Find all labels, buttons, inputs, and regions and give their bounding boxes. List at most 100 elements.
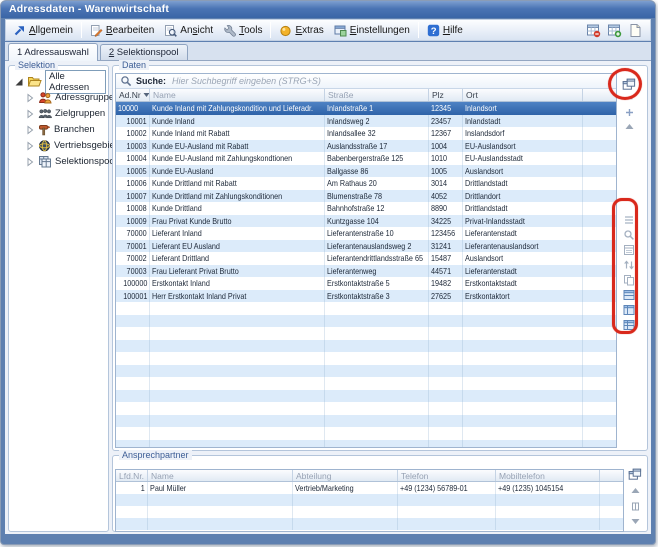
table-add-button[interactable] (607, 23, 622, 38)
cell (583, 290, 616, 303)
address-row-10005[interactable]: 10005Kunde EU-AuslandBallgasse 861005Aus… (116, 165, 616, 178)
column-header-blank[interactable] (583, 89, 616, 101)
contact-scroll-up-button[interactable] (627, 484, 643, 497)
address-row-100001[interactable]: 100001Herr Erstkontakt Inland PrivatErst… (116, 290, 616, 303)
menu-einstellungen[interactable]: Einstellungen (329, 21, 415, 39)
column-chooser-button[interactable] (621, 78, 637, 91)
empty-row[interactable] (116, 427, 616, 440)
address-row-10002[interactable]: 10002Kunde Inland mit RabattInlandsallee… (116, 127, 616, 140)
contact-column-chooser-button[interactable] (627, 468, 643, 481)
column-header-plz[interactable]: Plz (429, 89, 463, 101)
table-view-a-button[interactable] (621, 288, 637, 301)
address-row-70003[interactable]: 70003Frau Lieferant Privat BruttoLiefera… (116, 265, 616, 278)
minus-button[interactable] (621, 92, 637, 105)
table-view-c-button[interactable] (621, 318, 637, 331)
cell (325, 315, 429, 328)
address-row-70002[interactable]: 70002Lieferant DrittlandLieferantendritt… (116, 252, 616, 265)
menu-allgemein[interactable]: Allgemein (8, 21, 78, 39)
empty-row[interactable] (116, 315, 616, 328)
address-row-10001[interactable]: 10001Kunde InlandInlandsweg 223457Inland… (116, 115, 616, 128)
table-remove-button[interactable] (586, 23, 601, 38)
cell (429, 440, 463, 448)
tree-open-icon[interactable] (14, 77, 24, 87)
cell: Blumenstraße 78 (325, 190, 429, 203)
contact-details-button[interactable] (627, 500, 643, 513)
column-header-name[interactable]: Name (150, 89, 325, 101)
tree-node-alle-adressen[interactable]: Alle Adressen (14, 75, 106, 88)
tree-node-vertriebsgebiete[interactable]: Vertriebsgebiete (25, 139, 106, 152)
column-header-ad-nr[interactable]: Ad.Nr (116, 89, 150, 101)
tree-closed-icon[interactable] (25, 157, 35, 167)
copy-small-button[interactable] (621, 273, 637, 286)
empty-row[interactable] (116, 390, 616, 403)
contact-column-header-telefon[interactable]: Telefon (398, 470, 496, 481)
cell (429, 302, 463, 315)
tree-node-selektionspools[interactable]: Selektionspools (25, 155, 106, 168)
tab-2-selektionspool[interactable]: 2 Selektionspool (100, 44, 188, 60)
empty-row[interactable] (116, 377, 616, 390)
address-row-10004[interactable]: 10004Kunde EU-Ausland mit Zahlungskondti… (116, 152, 616, 165)
menu-label: Ansicht (180, 25, 213, 36)
form-button[interactable] (621, 243, 637, 256)
menu-tools[interactable]: Tools (218, 21, 267, 39)
menu-ansicht[interactable]: Ansicht (159, 21, 218, 39)
cell (116, 440, 150, 448)
cell: EU-Auslandsstadt (463, 152, 583, 165)
empty-row[interactable] (116, 415, 616, 428)
empty-row[interactable] (116, 518, 623, 530)
tab-1-adressauswahl[interactable]: 1 Adressauswahl (8, 43, 98, 61)
empty-row[interactable] (116, 352, 616, 365)
address-row-10009[interactable]: 10009Frau Privat Kunde BruttoKuntzgasse … (116, 215, 616, 228)
address-row-100000[interactable]: 100000Erstkontakt InlandErstkontaktstraß… (116, 277, 616, 290)
cell (398, 518, 496, 530)
address-row-10003[interactable]: 10003Kunde EU-Ausland mit RabattAuslands… (116, 140, 616, 153)
address-row-70001[interactable]: 70001Lieferant EU AuslandLieferantenausl… (116, 240, 616, 253)
scroll-up-button[interactable] (621, 120, 637, 133)
contact-column-header-abteilung[interactable]: Abteilung (293, 470, 398, 481)
plus-button[interactable] (621, 106, 637, 119)
column-header-straße[interactable]: Straße (325, 89, 429, 101)
empty-row[interactable] (116, 302, 616, 315)
tree-closed-icon[interactable] (25, 93, 35, 103)
empty-row[interactable] (116, 402, 616, 415)
contact-column-header-mobiltelefon[interactable]: Mobiltelefon (496, 470, 600, 481)
menu-bearbeiten[interactable]: Bearbeiten (85, 21, 159, 39)
contact-column-header-blank[interactable] (600, 470, 623, 481)
contact-scroll-down-button[interactable] (627, 515, 643, 528)
tree-closed-icon[interactable] (25, 109, 35, 119)
contact-row-1[interactable]: 1Paul MüllerVertrieb/Marketing+49 (1234)… (116, 482, 623, 494)
table-view-b-button[interactable] (621, 303, 637, 316)
sort-arrows-button[interactable] (621, 258, 637, 271)
tree-closed-icon[interactable] (25, 125, 35, 135)
selektion-groupbox: Selektion Alle AdressenAdressgruppenZiel… (8, 65, 109, 532)
tree-node-adressgruppen[interactable]: Adressgruppen (25, 91, 106, 104)
cell (116, 315, 150, 328)
tree-closed-icon[interactable] (25, 141, 35, 151)
list-lines-button[interactable] (621, 213, 637, 226)
menu-extras[interactable]: Extras (274, 21, 328, 39)
search-input[interactable] (170, 75, 612, 87)
tree-node-branchen[interactable]: Branchen (25, 123, 106, 136)
empty-row[interactable] (116, 494, 623, 506)
empty-row[interactable] (116, 365, 616, 378)
column-header-ort[interactable]: Ort (463, 89, 583, 101)
address-row-10006[interactable]: 10006Kunde Drittland mit RabattAm Rathau… (116, 177, 616, 190)
cell (398, 506, 496, 518)
address-row-10000[interactable]: 10000Kunde Inland mit Zahlungskondition … (116, 102, 616, 115)
column-header-label: Straße (328, 89, 354, 101)
address-row-10008[interactable]: 10008Kunde DrittlandBahnhofstraße 128890… (116, 202, 616, 215)
contact-column-header-lfd-nr[interactable]: Lfd.Nr. (116, 470, 148, 481)
address-row-10007[interactable]: 10007Kunde Drittland mit Zahlungskonditi… (116, 190, 616, 203)
contact-column-header-name[interactable]: Name (148, 470, 293, 481)
empty-row[interactable] (116, 506, 623, 518)
menu-hilfe[interactable]: ?Hilfe (422, 21, 468, 39)
cell (583, 315, 616, 328)
cell (600, 494, 623, 506)
new-document-button[interactable] (628, 23, 642, 38)
empty-row[interactable] (116, 340, 616, 353)
empty-row[interactable] (116, 327, 616, 340)
empty-row[interactable] (116, 440, 616, 448)
tree-node-zielgruppen[interactable]: Zielgruppen (25, 107, 106, 120)
address-row-70000[interactable]: 70000Lieferant InlandLieferantenstraße 1… (116, 227, 616, 240)
magnifier-small-button[interactable] (621, 228, 637, 241)
